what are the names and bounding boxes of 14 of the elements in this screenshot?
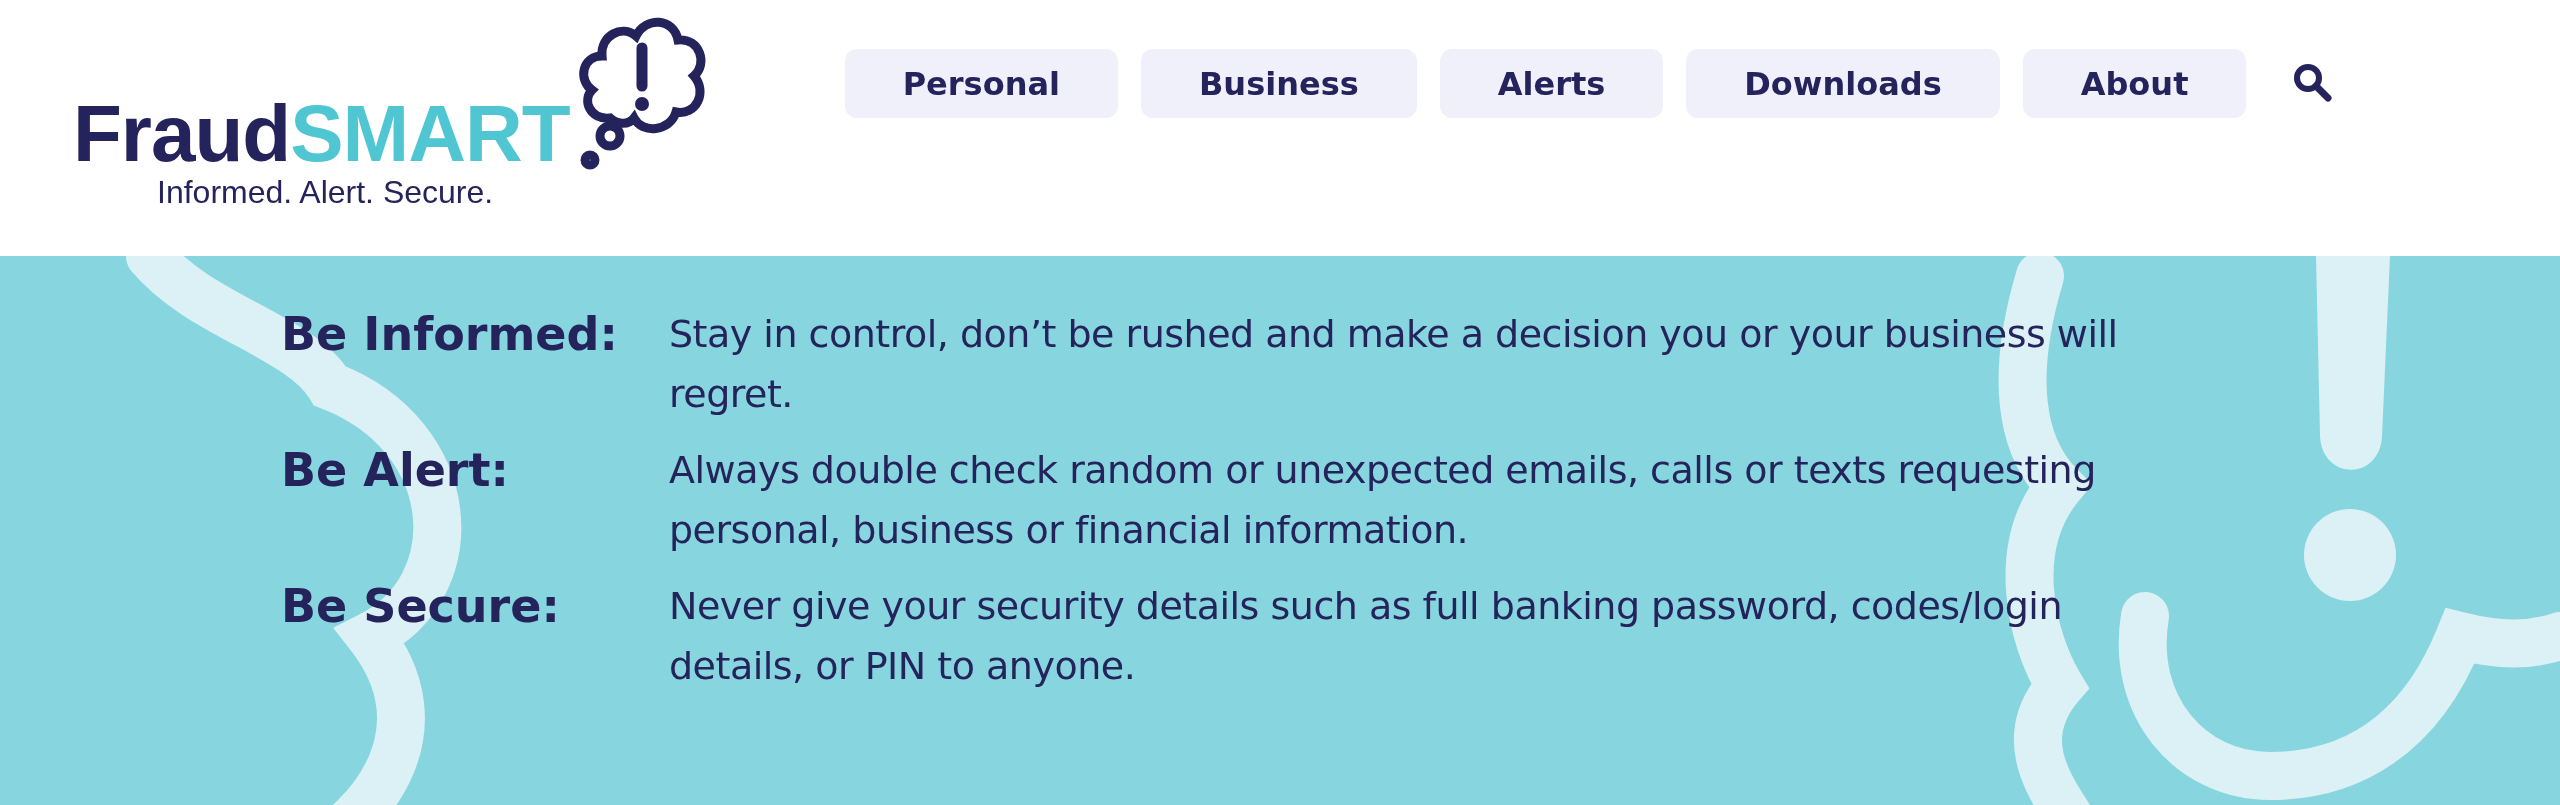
nav-link[interactable]: About <box>2022 49 2247 118</box>
nav-link[interactable]: Business <box>1140 49 1417 118</box>
tip-heading: Be Informed: <box>281 306 619 363</box>
nav-link[interactable]: Personal <box>844 49 1118 118</box>
logo-tagline: Informed. Alert. Secure. <box>157 174 495 211</box>
tip-text: Stay in control, don’t be rushed and make a decision you or your business will regret. <box>669 311 2119 418</box>
tip-heading: Be Alert: <box>281 442 510 499</box>
tip-heading: Be Secure: <box>281 578 561 635</box>
tip-text: Never give your security details such as full banking password, codes/login details, or PIN to anyone. <box>669 583 2063 690</box>
search-icon[interactable] <box>2292 62 2333 102</box>
tip-text: Always double check random or unexpected emails, calls or texts requesting personal, business or financial information. <box>669 447 2097 554</box>
nav-link[interactable]: Downloads <box>1686 49 2000 118</box>
logo-wordmark[interactable]: FraudSMART <box>73 94 570 174</box>
nav-link[interactable]: Alerts <box>1439 49 1664 118</box>
